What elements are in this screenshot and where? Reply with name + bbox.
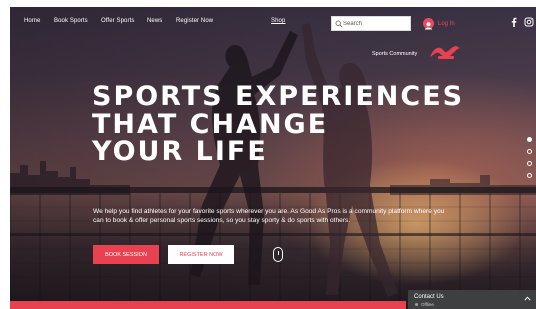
sports-community-link[interactable]: Sports Community bbox=[372, 51, 417, 57]
search-box[interactable] bbox=[331, 16, 411, 31]
footer-accent-bar bbox=[10, 301, 406, 309]
page-frame: Home Book Sports Offer Sports News Regis… bbox=[10, 7, 536, 309]
search-icon bbox=[335, 20, 343, 28]
chevron-up-icon[interactable] bbox=[524, 296, 531, 301]
hero-title-line: YOUR LIFE bbox=[92, 136, 268, 168]
offline-status-dot bbox=[415, 303, 418, 306]
slide-dot[interactable] bbox=[527, 149, 532, 154]
avatar-icon bbox=[423, 18, 434, 30]
hero-description: We help you find athletes for your favor… bbox=[93, 208, 445, 224]
scroll-down-icon[interactable] bbox=[273, 247, 283, 262]
nav-item-home[interactable]: Home bbox=[24, 18, 40, 24]
search-input[interactable] bbox=[343, 18, 409, 30]
login-label: Log In bbox=[438, 20, 455, 27]
contact-us-widget[interactable]: Contact Us Offline bbox=[408, 290, 536, 309]
slide-dot[interactable] bbox=[527, 161, 532, 166]
brand-logo bbox=[430, 46, 460, 59]
slide-indicators bbox=[527, 137, 533, 187]
nav-item-offer-sports[interactable]: Offer Sports bbox=[101, 18, 134, 24]
contact-status: Offline bbox=[421, 301, 434, 307]
hero-title: SPORTS EXPERIENCES THAT CHANGE YOUR LIFE bbox=[92, 83, 472, 166]
hero-title-line: THAT CHANGE bbox=[92, 108, 329, 140]
book-session-button[interactable]: BOOK SESSION bbox=[93, 245, 159, 264]
hero-title-line: SPORTS EXPERIENCES bbox=[92, 81, 465, 112]
instagram-icon[interactable] bbox=[524, 17, 534, 27]
register-now-button[interactable]: REGISTER NOW bbox=[168, 245, 234, 264]
facebook-icon[interactable] bbox=[509, 17, 519, 27]
top-nav: Home Book Sports Offer Sports News Regis… bbox=[10, 7, 536, 59]
nav-item-news[interactable]: News bbox=[147, 18, 162, 24]
login-button[interactable]: Log In bbox=[423, 16, 455, 31]
slide-dot[interactable] bbox=[527, 173, 532, 178]
nav-item-book-sports[interactable]: Book Sports bbox=[54, 18, 88, 24]
contact-title: Contact Us bbox=[414, 294, 444, 300]
nav-item-register-now[interactable]: Register Now bbox=[176, 18, 213, 24]
slide-dot[interactable] bbox=[527, 137, 532, 142]
nav-item-shop[interactable]: Shop bbox=[271, 18, 285, 24]
